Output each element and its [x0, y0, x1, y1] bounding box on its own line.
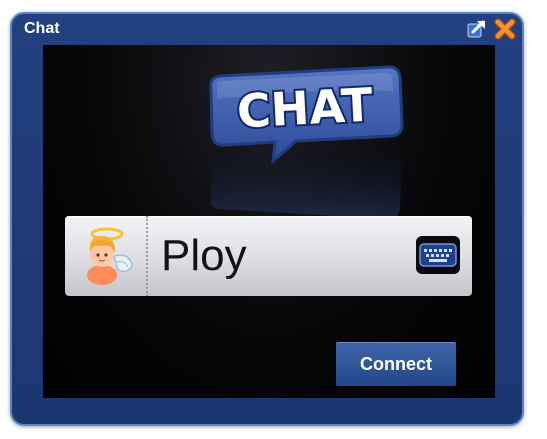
angel-avatar-icon	[87, 227, 133, 285]
title-bar[interactable]: Chat	[12, 14, 522, 44]
chat-window: Chat CHAT Ploy Connect	[10, 12, 524, 426]
keyboard-icon	[419, 243, 457, 267]
username-text: Ploy	[161, 231, 247, 280]
avatar-divider	[146, 216, 148, 296]
popout-button[interactable]	[466, 18, 488, 40]
popout-arrow-icon	[467, 20, 485, 38]
close-x-icon	[494, 18, 516, 40]
chat-content-panel: CHAT Ploy Connect	[43, 45, 495, 398]
chat-logo-text: CHAT	[236, 77, 375, 138]
close-button[interactable]	[494, 18, 516, 40]
keyboard-button[interactable]	[416, 236, 460, 274]
username-bar: Ploy	[65, 216, 472, 296]
chat-logo: CHAT	[209, 65, 404, 220]
window-title: Chat	[24, 20, 60, 37]
connect-button[interactable]: Connect	[336, 342, 456, 386]
